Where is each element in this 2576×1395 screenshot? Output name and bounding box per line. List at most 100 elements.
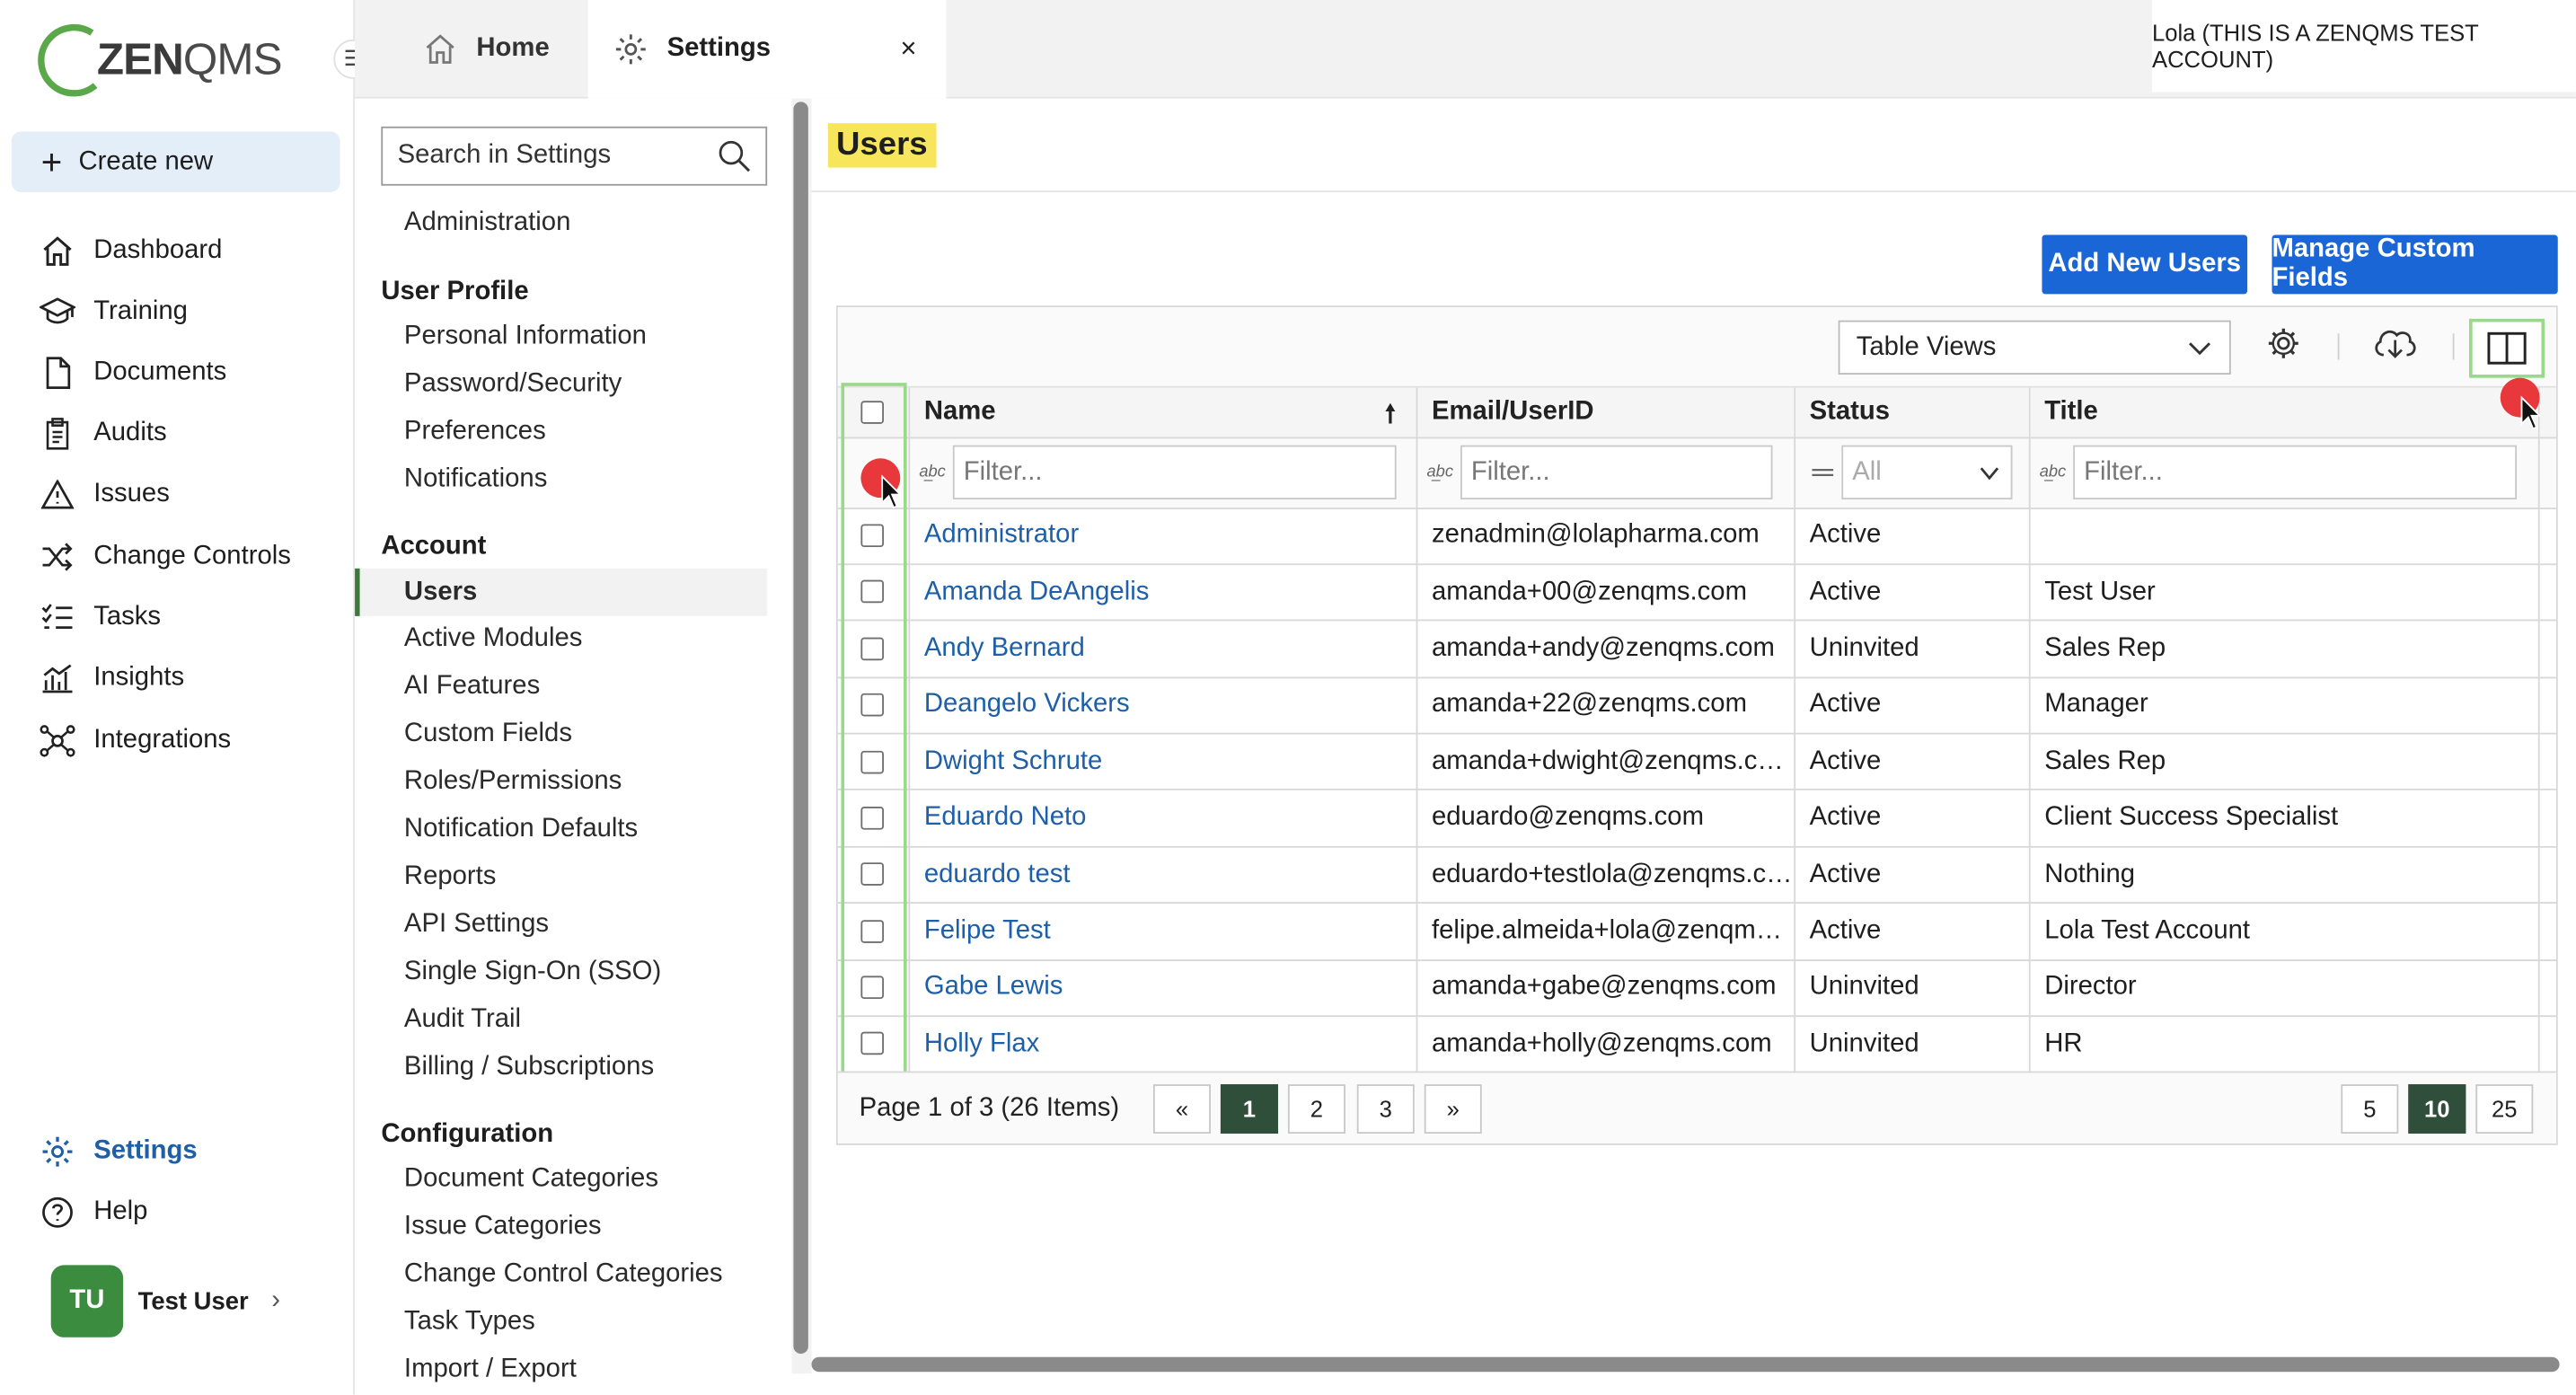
row-checkbox[interactable] <box>860 976 885 1000</box>
menu-item-document-categories[interactable]: Document Categories <box>355 1155 767 1203</box>
text-filter-icon[interactable]: a͟bc <box>1426 464 1460 481</box>
nav-item-dashboard[interactable]: Dashboard <box>40 226 222 276</box>
main-horizontal-scrollbar[interactable] <box>811 1354 2566 1373</box>
nav-item-change-controls[interactable]: Change Controls <box>40 533 291 582</box>
cell-name[interactable]: Felipe Test <box>908 903 1417 961</box>
table-row[interactable]: Amanda DeAngelis amanda+00@zenqms.com Acti… <box>837 564 2556 622</box>
settings-search[interactable] <box>381 126 768 186</box>
close-tab-button[interactable]: × <box>900 33 916 66</box>
table-row[interactable]: Deangelo Vickers amanda+22@zenqms.com Acti… <box>837 676 2556 735</box>
menu-item-users[interactable]: Users <box>355 568 768 616</box>
email-filter-input[interactable]: Filter... <box>1460 445 1772 500</box>
text-filter-icon[interactable]: a͟bc <box>919 464 952 481</box>
menu-item-roles-permissions[interactable]: Roles/Permissions <box>355 757 767 805</box>
user-name-link[interactable]: Andy Bernard <box>924 634 1085 662</box>
last-page-button[interactable]: » <box>1424 1084 1482 1135</box>
scrollbar-thumb[interactable] <box>793 102 808 1355</box>
column-header-status[interactable]: Status <box>1794 387 2030 438</box>
menu-item-notification-defaults[interactable]: Notification Defaults <box>355 805 767 852</box>
row-checkbox[interactable] <box>860 524 885 547</box>
row-checkbox[interactable] <box>860 806 885 830</box>
column-header-name[interactable]: Name 🠕 <box>908 387 1417 439</box>
cell-name[interactable]: Deangelo Vickers <box>908 676 1417 735</box>
nav-item-audits[interactable]: Audits <box>40 409 167 458</box>
page-button-3[interactable]: 3 <box>1356 1084 1415 1135</box>
page-size-5[interactable]: 5 <box>2341 1084 2399 1135</box>
row-checkbox[interactable] <box>860 1032 885 1056</box>
status-filter-select[interactable]: All <box>1840 445 2012 500</box>
nav-item-training[interactable]: Training <box>39 287 188 337</box>
menu-item-active-modules[interactable]: Active Modules <box>355 614 767 662</box>
user-name-link[interactable]: Amanda DeAngelis <box>924 578 1150 605</box>
row-checkbox[interactable] <box>860 749 885 773</box>
text-filter-icon[interactable]: a͟bc <box>2040 464 2073 481</box>
nav-item-tasks[interactable]: Tasks <box>40 593 161 642</box>
cell-name[interactable]: Holly Flax <box>908 1016 1417 1074</box>
column-chooser-button[interactable] <box>2468 318 2545 378</box>
add-new-users-button[interactable]: Add New Users <box>2042 234 2248 295</box>
select-all-checkbox[interactable] <box>860 400 885 423</box>
user-menu[interactable]: TU Test User › <box>50 1265 280 1338</box>
tab-settings[interactable]: Settings × <box>587 0 947 99</box>
user-name-link[interactable]: Gabe Lewis <box>924 973 1063 1001</box>
table-row[interactable]: Felipe Test felipe.almeida+lola@zenqms...… <box>837 903 2556 961</box>
nav-item-issues[interactable]: Issues <box>40 470 170 519</box>
user-name-link[interactable]: Deangelo Vickers <box>924 691 1130 719</box>
manage-custom-fields-button[interactable]: Manage Custom Fields <box>2272 234 2558 295</box>
menu-item-billing[interactable]: Billing / Subscriptions <box>355 1043 767 1090</box>
table-row[interactable]: Dwight Schrute amanda+dwight@zenqms.com Ac… <box>837 733 2556 791</box>
sort-ascending-icon[interactable]: 🠕 <box>1385 398 1396 439</box>
menu-item-ai-features[interactable]: AI Features <box>355 662 767 710</box>
equals-filter-icon[interactable]: ═ <box>1804 455 1840 490</box>
row-checkbox[interactable] <box>860 862 885 887</box>
nav-item-insights[interactable]: Insights <box>40 654 184 703</box>
table-row[interactable]: eduardo test eduardo+testlola@zenqms.com A… <box>837 846 2556 905</box>
user-name-link[interactable]: Holly Flax <box>924 1029 1039 1057</box>
gear-icon[interactable] <box>2265 325 2301 361</box>
settings-search-input[interactable] <box>397 141 710 172</box>
nav-item-documents[interactable]: Documents <box>40 349 226 398</box>
menu-item-custom-fields[interactable]: Custom Fields <box>355 710 767 757</box>
menu-item-api-settings[interactable]: API Settings <box>355 900 767 948</box>
nav-item-integrations[interactable]: Integrations <box>40 716 231 765</box>
page-button-1[interactable]: 1 <box>1220 1084 1278 1135</box>
menu-item-task-types[interactable]: Task Types <box>355 1298 767 1346</box>
table-views-select[interactable]: Table Views <box>1838 320 2231 375</box>
user-name-link[interactable]: Eduardo Neto <box>924 804 1087 832</box>
row-checkbox[interactable] <box>860 637 885 660</box>
menu-item-administration[interactable]: Administration <box>355 199 767 246</box>
user-name-link[interactable]: Felipe Test <box>924 916 1051 944</box>
zenqms-logo[interactable]: ZENQMS <box>36 20 283 99</box>
scrollbar-thumb[interactable] <box>811 1356 2560 1373</box>
settings-scrollbar[interactable] <box>791 98 812 1374</box>
cell-name[interactable]: Dwight Schrute <box>908 733 1417 791</box>
cloud-download-icon[interactable] <box>2372 325 2418 361</box>
nav-item-help[interactable]: Help <box>40 1188 148 1237</box>
cell-name[interactable]: Administrator <box>908 508 1417 565</box>
create-new-button[interactable]: + Create new <box>11 131 340 192</box>
title-filter-input[interactable]: Filter... <box>2072 445 2517 500</box>
cell-name[interactable]: Gabe Lewis <box>908 959 1417 1018</box>
row-checkbox[interactable] <box>860 693 885 717</box>
menu-item-sso[interactable]: Single Sign-On (SSO) <box>355 948 767 995</box>
cell-name[interactable]: Amanda DeAngelis <box>908 564 1417 622</box>
user-name-link[interactable]: eduardo test <box>924 861 1071 888</box>
first-page-button[interactable]: « <box>1152 1084 1211 1135</box>
cell-name[interactable]: eduardo test <box>908 846 1417 905</box>
table-row[interactable]: Administrator zenadmin@lolapharma.com Acti… <box>837 508 2556 565</box>
menu-item-password-security[interactable]: Password/Security <box>355 360 767 408</box>
menu-item-change-control-categories[interactable]: Change Control Categories <box>355 1250 767 1298</box>
menu-item-personal-information[interactable]: Personal Information <box>355 313 767 360</box>
user-name-link[interactable]: Dwight Schrute <box>924 747 1102 775</box>
row-checkbox[interactable] <box>860 919 885 943</box>
page-size-10[interactable]: 10 <box>2408 1084 2466 1135</box>
menu-item-notifications[interactable]: Notifications <box>355 455 767 503</box>
table-row[interactable]: Holly Flax amanda+holly@zenqms.com Uninvit… <box>837 1016 2556 1074</box>
menu-item-import-export[interactable]: Import / Export <box>355 1346 767 1393</box>
table-row[interactable]: Andy Bernard amanda+andy@zenqms.com Uninvi… <box>837 620 2556 678</box>
row-checkbox[interactable] <box>860 580 885 604</box>
cell-name[interactable]: Eduardo Neto <box>908 790 1417 848</box>
table-row[interactable]: Gabe Lewis amanda+gabe@zenqms.com Uninvite… <box>837 959 2556 1018</box>
nav-item-settings[interactable]: Settings <box>40 1127 198 1177</box>
page-button-2[interactable]: 2 <box>1287 1084 1345 1135</box>
